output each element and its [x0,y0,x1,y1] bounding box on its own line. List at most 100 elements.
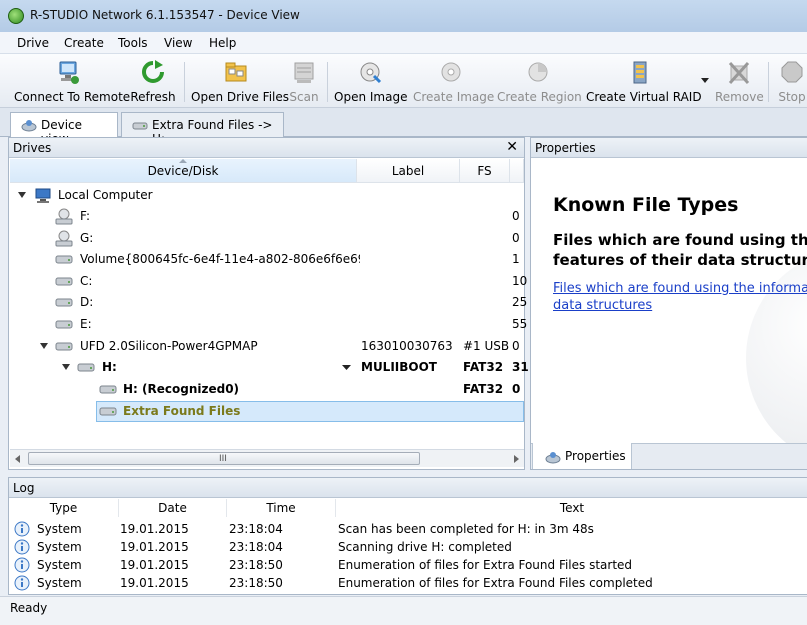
drives-panel-header: Drives ✕ [9,138,524,158]
drive-fs: FAT32 [463,360,504,374]
log-time: 23:18:04 [229,540,283,554]
open-drive-files-icon [225,62,247,82]
create-virtual-raid-label: Create Virtual RAID [586,90,702,104]
log-type: System [37,540,82,554]
drive-label: 163010030763 [361,339,453,353]
tab-bar: Device view Extra Found Files -> H: [0,108,807,146]
open-image-button[interactable]: Open Image [334,58,408,106]
tree-row[interactable]: H: (Recognized0) FAT32 0 [9,379,524,400]
log-column-text[interactable]: Text [336,499,807,517]
drive-extra: 10 [512,274,528,288]
scroll-grip: III [219,454,227,464]
collapse-arrow-icon[interactable] [62,364,70,370]
stop-label: Stop [778,90,806,104]
drive-extra: 55 [512,317,528,331]
collapse-arrow-icon[interactable] [40,343,48,349]
computer-icon [35,188,51,203]
drive-extra: 31 [512,360,529,374]
drive-extra: 25 [512,295,528,309]
properties-heading: Known File Types [553,194,739,216]
menu-create[interactable]: Create [64,36,104,50]
connect-remote-button[interactable]: Connect To Remote [14,58,130,106]
tree-row[interactable]: H: MULIIBOOT FAT32 31 [9,357,529,378]
remove-button[interactable]: Remove [715,58,764,106]
drive-icon [77,363,95,372]
properties-tab-bar: Properties [531,443,807,469]
log-text: Enumeration of files for Extra Found Fil… [338,576,653,590]
drive-name: E: [80,317,92,331]
log-panel-title: Log [13,481,35,495]
create-region-icon [528,62,548,82]
log-panel: Log Type Date Time Text System 19.01.201… [8,477,807,595]
log-row[interactable]: System 19.01.2015 23:18:50 Enumeration o… [9,556,807,574]
column-extra[interactable] [510,159,524,183]
create-image-button[interactable]: Create Image [413,58,494,106]
create-region-label: Create Region [497,90,582,104]
properties-subheading: Files which are found using the features… [553,231,807,269]
properties-panel-title: Properties [535,141,596,155]
stop-button[interactable]: Stop [774,58,807,106]
scrollbar-thumb[interactable]: III [28,452,420,465]
scroll-left-icon[interactable] [15,455,20,463]
log-column-type[interactable]: Type [9,499,119,517]
log-column-date[interactable]: Date [119,499,227,517]
dropdown-arrow-icon[interactable] [342,365,351,371]
column-device-disk[interactable]: Device/Disk [10,159,357,183]
refresh-icon [142,60,164,83]
create-region-button[interactable]: Create Region [497,58,582,106]
drive-name: D: [80,295,94,309]
open-image-label: Open Image [334,90,408,104]
tree-row[interactable]: F: 0 [9,206,524,227]
log-row[interactable]: System 19.01.2015 23:18:04 Scan has been… [9,520,807,538]
log-time: 23:18:50 [229,558,283,572]
tree-row[interactable]: Local Computer [9,185,524,206]
log-date: 19.01.2015 [120,558,189,572]
menu-help[interactable]: Help [209,36,236,50]
open-drive-files-button[interactable]: Open Drive Files [191,58,290,106]
toolbar: Connect To Remote Refresh Open Drive Fil… [0,54,807,108]
tree-row[interactable]: D: 25 [9,292,528,313]
log-row[interactable]: System 19.01.2015 23:18:50 Enumeration o… [9,574,807,592]
scan-label: Scan [289,90,319,104]
device-view-icon [21,120,37,132]
drive-name: H: [102,360,117,374]
tab-extra-found-files[interactable]: Extra Found Files -> H: [121,112,284,146]
drives-panel-title: Drives [13,141,52,155]
create-virtual-raid-button[interactable]: Create Virtual RAID [586,58,702,106]
log-row[interactable]: System 19.01.2015 23:18:04 Scanning driv… [9,538,807,556]
log-date: 19.01.2015 [120,576,189,590]
scan-button[interactable]: Scan [286,58,322,106]
column-fs[interactable]: FS [460,159,510,183]
tree-row[interactable]: UFD 2.0Silicon-Power4GPMAP 163010030763 … [9,336,524,357]
tab-device-view[interactable]: Device view [10,112,118,146]
menu-view[interactable]: View [164,36,192,50]
dropdown-arrow-icon[interactable] [700,78,710,84]
optical-drive-icon [55,208,73,225]
tree-row[interactable]: E: 55 [9,314,528,335]
log-date: 19.01.2015 [120,540,189,554]
log-text: Scan has been completed for H: in 3m 48s [338,522,594,536]
collapse-arrow-icon[interactable] [18,192,26,198]
remove-icon [728,61,750,85]
close-icon[interactable]: ✕ [506,139,518,155]
scroll-right-icon[interactable] [514,455,519,463]
column-label[interactable]: Label [357,159,460,183]
menu-tools[interactable]: Tools [118,36,148,50]
refresh-button[interactable]: Refresh [128,58,178,106]
drive-icon [55,255,73,264]
menu-drive[interactable]: Drive [17,36,49,50]
log-column-time[interactable]: Time [227,499,336,517]
drive-extra: 0 [512,382,521,396]
tree-row[interactable]: Volume{800645fc-6e4f-11e4-a802-806e6f6e6… [9,249,524,270]
tree-row[interactable]: C: 10 [9,271,528,292]
tab-properties[interactable]: Properties [532,443,632,469]
drive-extra: 1 [512,252,520,266]
toolbar-separator [768,62,769,102]
properties-link[interactable]: Files which are found using the informat… [553,280,807,314]
tree-row[interactable]: G: 0 [9,228,524,249]
drive-name: Extra Found Files [123,404,241,418]
log-time: 23:18:50 [229,576,283,590]
open-drive-files-label: Open Drive Files [191,90,290,104]
tree-row[interactable]: Extra Found Files [9,401,524,422]
horizontal-scrollbar[interactable]: III [10,449,524,467]
